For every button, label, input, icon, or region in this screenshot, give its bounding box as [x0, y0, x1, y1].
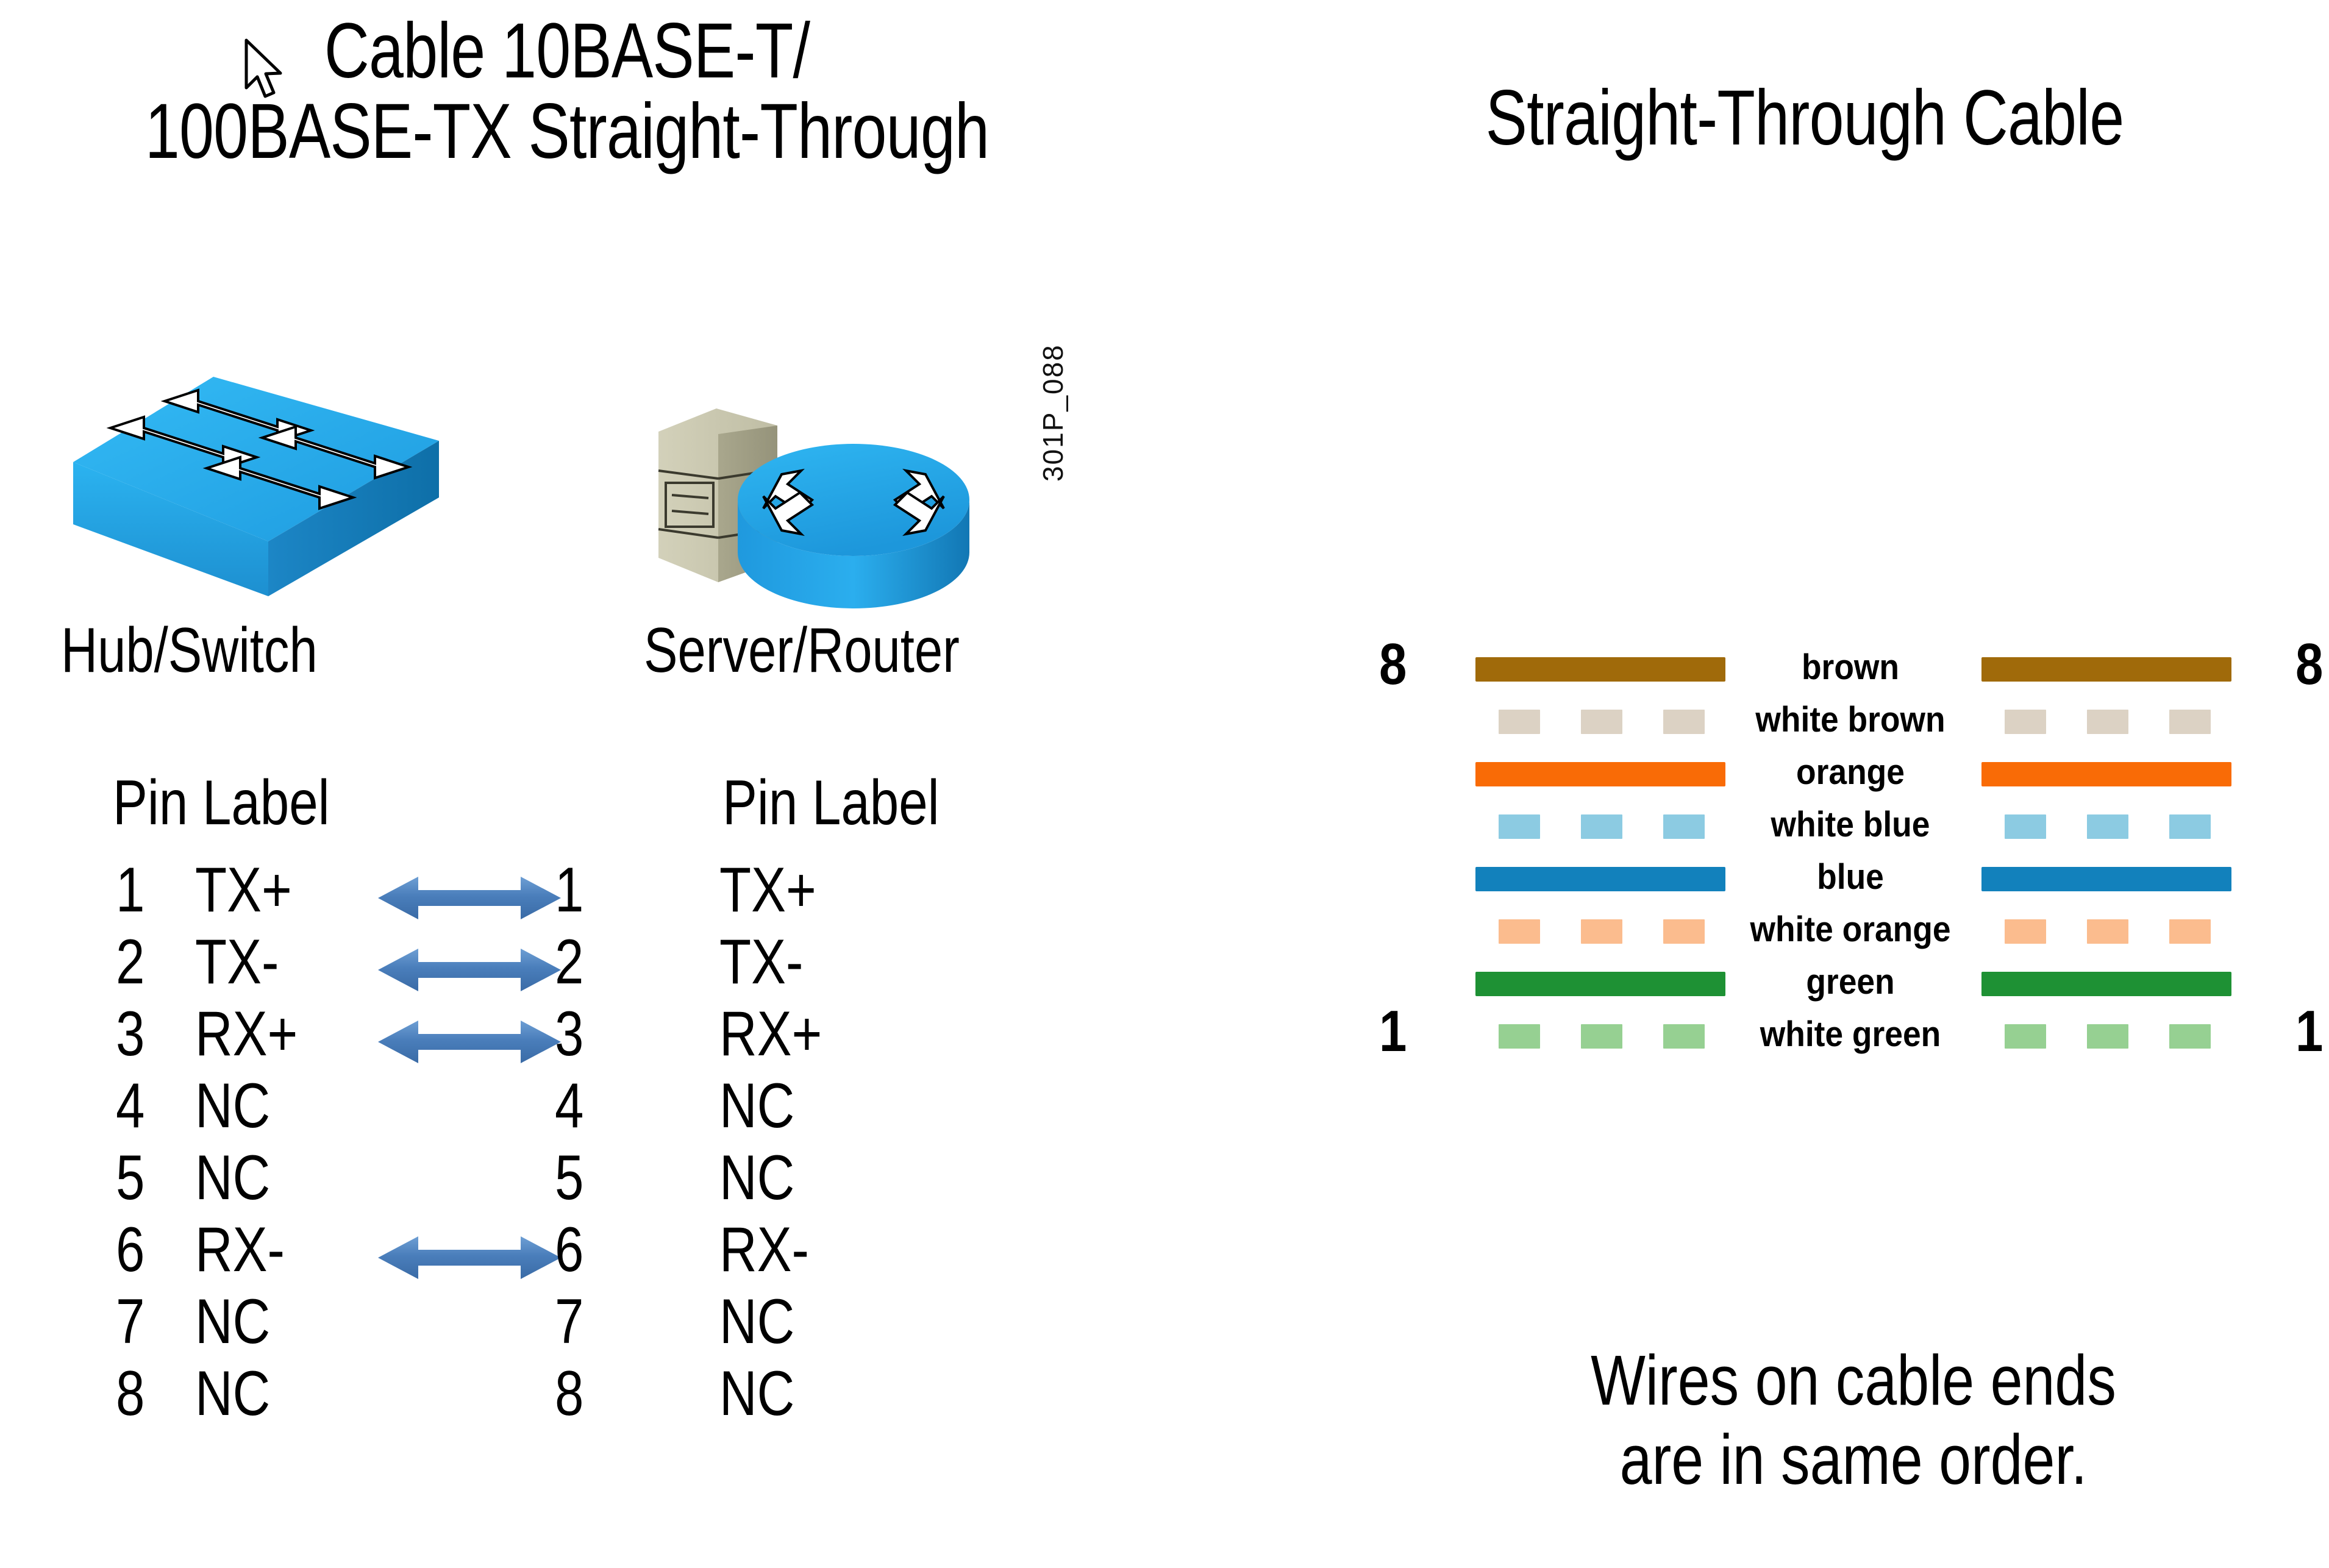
pin-number-right: 6 — [555, 1214, 584, 1285]
pin-label-right: TX+ — [719, 855, 816, 925]
pin-table-header-right: Pin Label — [722, 768, 940, 838]
router-icon — [646, 378, 1049, 622]
wire-swatch-right — [2005, 1024, 2211, 1049]
pin-label-left: NC — [195, 1286, 271, 1357]
wire-end-number-right: 1 — [2295, 999, 2323, 1064]
wire-color-label: white blue — [1771, 805, 1930, 844]
pin-number-left: 2 — [116, 927, 145, 997]
wire-swatch-right — [2005, 919, 2211, 944]
pin-label-left: RX+ — [195, 999, 298, 1069]
pin-number-right: 8 — [555, 1358, 584, 1429]
wire-swatch-right — [1981, 762, 2231, 786]
pin-label-right: TX- — [719, 927, 804, 997]
figure-code-label: 301P_088 — [1037, 344, 1069, 482]
switch-icon — [67, 352, 445, 596]
pin-number-left: 1 — [116, 855, 145, 925]
pin-connection-arrow — [378, 1230, 561, 1285]
pin-number-right: 7 — [555, 1286, 584, 1357]
page-title-left-line2: 100BASE-TX Straight-Through — [144, 87, 990, 175]
pin-connection-arrow — [378, 1158, 561, 1213]
pin-table-header-left: Pin Label — [113, 768, 330, 838]
pin-label-left: NC — [195, 1358, 271, 1429]
pin-number-right: 1 — [555, 855, 584, 925]
wire-color-label: green — [1806, 962, 1895, 1002]
page-title-right: Straight-Through Cable — [1485, 74, 2125, 162]
wire-swatch-left — [1499, 919, 1705, 944]
wire-row: white brown — [1372, 699, 2329, 749]
wire-color-label: blue — [1817, 857, 1884, 897]
pin-number-right: 3 — [555, 999, 584, 1069]
pin-connection-arrow — [378, 943, 561, 997]
wire-row: blue — [1372, 856, 2329, 906]
wire-row: 8 brown 8 — [1372, 635, 2329, 696]
pin-number-left: 4 — [116, 1071, 145, 1141]
pin-row: 8 NC 8 NC — [91, 1362, 1079, 1449]
pin-label-right: RX- — [719, 1214, 809, 1285]
wire-color-label: white orange — [1750, 910, 1951, 949]
caption-line2: are in same order. — [1619, 1419, 2088, 1499]
wire-swatch-left — [1475, 657, 1725, 682]
pin-label-right: NC — [719, 1071, 795, 1141]
pin-number-left: 8 — [116, 1358, 145, 1429]
pin-number-left: 6 — [116, 1214, 145, 1285]
wire-row: white orange — [1372, 908, 2329, 958]
wire-color-label: white brown — [1755, 700, 1946, 739]
pin-label-left: TX- — [195, 927, 279, 997]
wire-color-map: 8 brown 8 white brown orange white blue blue wh… — [1372, 635, 2329, 1073]
wire-row: orange — [1372, 751, 2329, 801]
pin-number-left: 3 — [116, 999, 145, 1069]
pin-connection-arrow — [378, 1374, 561, 1429]
caption-line1: Wires on cable ends — [1591, 1341, 2116, 1420]
slide-canvas: Cable 10BASE-T/ 100BASE-TX Straight-Thro… — [0, 0, 2329, 1568]
wire-swatch-left — [1499, 1024, 1705, 1049]
wire-row: white blue — [1372, 804, 2329, 853]
wire-swatch-right — [1981, 972, 2231, 996]
device-label-hub-switch: Hub/Switch — [61, 615, 318, 686]
wire-end-number-left: 8 — [1379, 632, 1407, 697]
pin-connection-arrow — [378, 1302, 561, 1357]
wire-swatch-left — [1475, 867, 1725, 891]
page-title-left: Cable 10BASE-T/ 100BASE-TX Straight-Thro… — [113, 11, 1021, 172]
pin-number-right: 5 — [555, 1142, 584, 1213]
device-label-server-router: Server/Router — [644, 615, 960, 686]
pin-label-left: NC — [195, 1071, 271, 1141]
wire-color-label: orange — [1796, 752, 1905, 792]
wire-swatch-right — [2005, 814, 2211, 839]
pin-label-right: NC — [719, 1142, 795, 1213]
wire-swatch-right — [1981, 657, 2231, 682]
pin-number-left: 7 — [116, 1286, 145, 1357]
wire-swatch-left — [1499, 710, 1705, 734]
pin-label-right: NC — [719, 1358, 795, 1429]
wire-swatch-left — [1475, 972, 1725, 996]
pin-number-right: 4 — [555, 1071, 584, 1141]
pin-connection-arrow — [378, 1014, 561, 1069]
pin-label-right: NC — [719, 1286, 795, 1357]
wire-row: green — [1372, 961, 2329, 1011]
wire-end-number-left: 1 — [1379, 999, 1407, 1064]
wire-swatch-right — [2005, 710, 2211, 734]
wire-swatch-right — [1981, 867, 2231, 891]
caption: Wires on cable ends are in same order. — [1463, 1341, 2243, 1500]
wire-swatch-left — [1475, 762, 1725, 786]
pin-number-right: 2 — [555, 927, 584, 997]
wire-color-label: brown — [1801, 647, 1900, 687]
wire-row: 1 white green 1 — [1372, 1002, 2329, 1063]
page-title-left-line1: Cable 10BASE-T/ — [324, 7, 810, 94]
pin-label-left: TX+ — [195, 855, 292, 925]
pin-label-left: RX- — [195, 1214, 285, 1285]
pin-number-left: 5 — [116, 1142, 145, 1213]
wire-color-label: white green — [1760, 1014, 1941, 1054]
pin-label-right: RX+ — [719, 999, 822, 1069]
wire-swatch-left — [1499, 814, 1705, 839]
pin-connection-arrow — [378, 1086, 561, 1141]
pin-connection-arrow — [378, 871, 561, 925]
wire-end-number-right: 8 — [2295, 632, 2323, 697]
pin-label-left: NC — [195, 1142, 271, 1213]
